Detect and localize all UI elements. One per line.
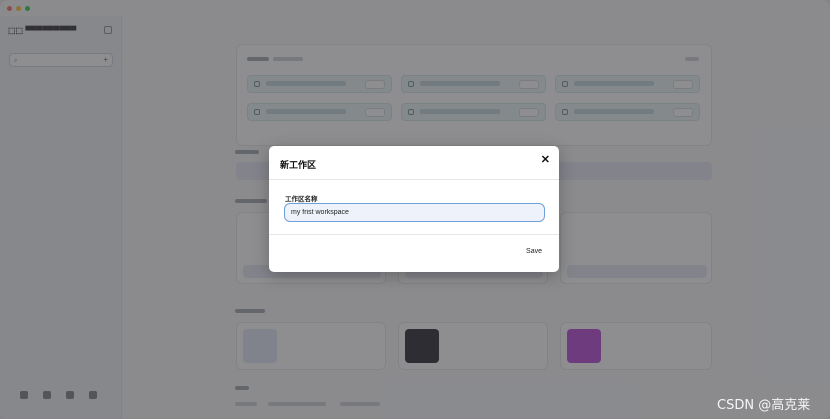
watermark: CSDN @高克莱	[717, 398, 811, 413]
dialog-divider	[269, 179, 559, 180]
dialog-divider	[269, 234, 559, 235]
new-workspace-dialog: 新工作区 ✕ 工作区名称 Save	[269, 146, 559, 272]
save-button[interactable]: Save	[526, 248, 542, 255]
workspace-name-input[interactable]	[284, 203, 545, 222]
dialog-title: 新工作区	[280, 160, 317, 170]
workspace-name-label: 工作区名称	[285, 196, 318, 203]
close-icon[interactable]: ✕	[541, 155, 550, 166]
